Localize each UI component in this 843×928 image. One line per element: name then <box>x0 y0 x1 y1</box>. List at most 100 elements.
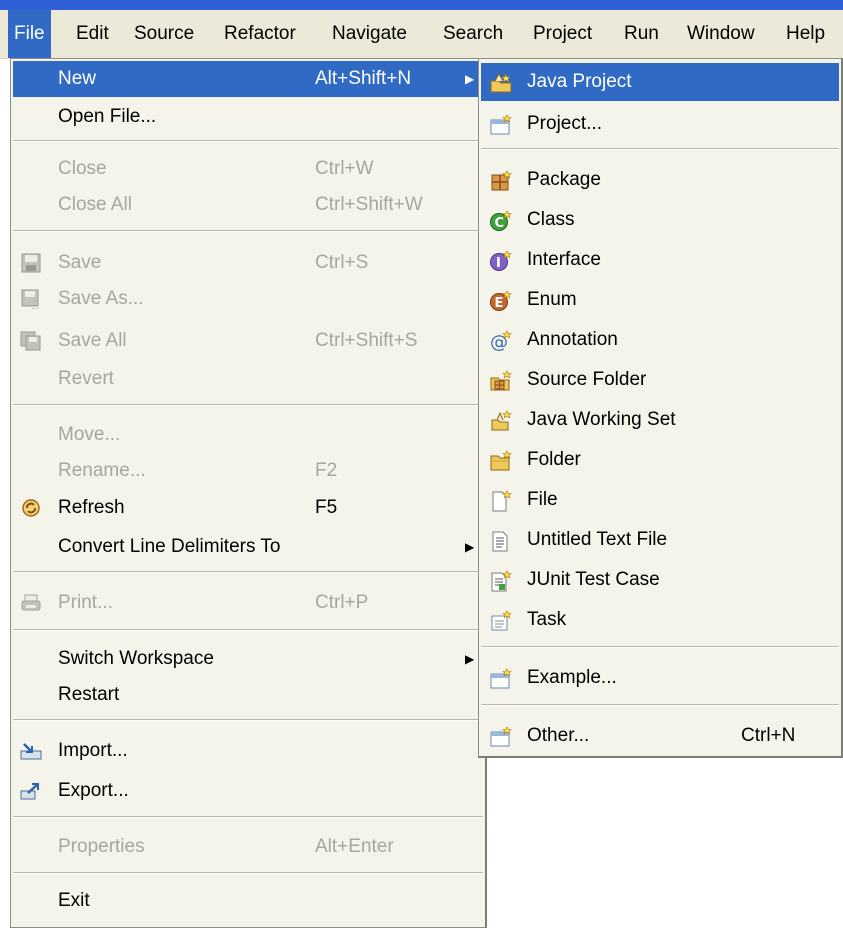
menu-item-save-all[interactable]: Save All Ctrl+Shift+S <box>13 323 483 359</box>
menu-item-restart[interactable]: Restart <box>13 677 483 713</box>
submenu-item-java-working-set[interactable]: Java Working Set <box>481 401 839 439</box>
svg-text:I: I <box>496 256 501 271</box>
menu-item-label: Rename... <box>58 460 146 481</box>
working-set-icon <box>489 410 513 432</box>
class-icon: C <box>489 210 513 232</box>
menu-item-label: Other... <box>527 725 590 746</box>
menu-item-save-as[interactable]: ... Save As... <box>13 281 483 317</box>
task-icon <box>489 610 513 632</box>
menu-search[interactable]: Search <box>437 10 509 58</box>
menu-item-label: Class <box>527 209 575 230</box>
menu-item-rename[interactable]: Rename... F2 <box>13 453 483 489</box>
menu-project[interactable]: Project <box>527 10 598 58</box>
submenu-item-folder[interactable]: Folder <box>481 441 839 479</box>
refresh-icon <box>20 498 42 518</box>
menu-item-label: Restart <box>58 684 120 705</box>
menu-item-label: Untitled Text File <box>527 529 668 550</box>
menu-item-exit[interactable]: Exit <box>13 883 483 919</box>
menu-item-label: Folder <box>527 449 581 470</box>
menu-item-label: Annotation <box>527 329 618 350</box>
menu-separator <box>13 404 483 406</box>
submenu-item-other[interactable]: Other... Ctrl+N <box>481 717 839 755</box>
menu-navigate[interactable]: Navigate <box>326 10 413 58</box>
interface-icon: I <box>489 250 513 272</box>
menu-item-shortcut: F5 <box>315 497 338 518</box>
menu-item-label: Move... <box>58 424 121 445</box>
export-icon <box>20 781 42 801</box>
file-menu: New Alt+Shift+N ▶ Open File... Close Ctr… <box>10 58 487 928</box>
menu-item-save[interactable]: Save Ctrl+S <box>13 245 483 281</box>
menu-item-convert-line-delimiters[interactable]: Convert Line Delimiters To ▶ <box>13 529 483 565</box>
submenu-item-source-folder[interactable]: Source Folder <box>481 361 839 399</box>
menu-item-properties[interactable]: Properties Alt+Enter <box>13 829 483 865</box>
menu-item-label: Revert <box>58 368 114 389</box>
menu-item-label: Print... <box>58 592 113 613</box>
submenu-item-enum[interactable]: E Enum <box>481 281 839 319</box>
menu-item-close[interactable]: Close Ctrl+W <box>13 151 483 187</box>
menu-separator <box>13 230 483 232</box>
source-folder-icon <box>489 370 513 392</box>
menu-item-new[interactable]: New Alt+Shift+N ▶ <box>13 61 483 97</box>
submenu-item-java-project[interactable]: Java Project <box>481 63 839 101</box>
file-icon <box>489 490 513 512</box>
menu-item-move[interactable]: Move... <box>13 417 483 453</box>
menu-item-print[interactable]: Print... Ctrl+P <box>13 585 483 621</box>
other-icon <box>489 726 513 748</box>
menu-item-label: Java Working Set <box>527 409 676 430</box>
menu-item-refresh[interactable]: Refresh F5 <box>13 490 483 526</box>
menu-item-close-all[interactable]: Close All Ctrl+Shift+W <box>13 187 483 223</box>
menu-edit[interactable]: Edit <box>70 10 115 58</box>
menu-item-label: Refresh <box>58 497 125 518</box>
menu-item-open-file[interactable]: Open File... <box>13 99 483 135</box>
menu-item-label: Switch Workspace <box>58 648 214 669</box>
menu-refactor[interactable]: Refactor <box>218 10 302 58</box>
menu-item-shortcut: Ctrl+Shift+W <box>315 194 423 215</box>
menu-file[interactable]: File <box>8 10 51 58</box>
menu-help[interactable]: Help <box>780 10 831 58</box>
menu-item-switch-workspace[interactable]: Switch Workspace ▶ <box>13 641 483 677</box>
submenu-item-file[interactable]: File <box>481 481 839 519</box>
java-project-icon <box>489 72 513 94</box>
svg-text:E: E <box>495 296 504 311</box>
menu-run[interactable]: Run <box>618 10 665 58</box>
menu-item-label: Export... <box>58 780 129 801</box>
submenu-item-junit-test-case[interactable]: JUnit Test Case <box>481 561 839 599</box>
svg-text:C: C <box>495 216 505 231</box>
submenu-item-project[interactable]: Project... <box>481 105 839 143</box>
menu-bar: File Edit Source Refactor Navigate Searc… <box>0 10 843 59</box>
menu-item-label: Convert Line Delimiters To <box>58 536 281 557</box>
menu-item-label: Interface <box>527 249 601 270</box>
menu-item-label: Enum <box>527 289 577 310</box>
print-icon <box>20 593 42 613</box>
menu-item-shortcut: Ctrl+Shift+S <box>315 330 418 351</box>
menu-item-revert[interactable]: Revert <box>13 361 483 397</box>
menu-item-label: Properties <box>58 836 145 857</box>
svg-text:...: ... <box>31 302 39 309</box>
submenu-item-interface[interactable]: I Interface <box>481 241 839 279</box>
menu-item-shortcut: Ctrl+P <box>315 592 369 613</box>
menu-item-label: Source Folder <box>527 369 647 390</box>
menu-item-label: JUnit Test Case <box>527 569 660 590</box>
example-icon <box>489 668 513 690</box>
menu-separator <box>13 719 483 721</box>
menu-item-export[interactable]: Export... <box>13 773 483 809</box>
submenu-item-untitled-text-file[interactable]: Untitled Text File <box>481 521 839 559</box>
project-icon <box>489 114 513 136</box>
menu-separator <box>13 140 483 142</box>
menu-separator <box>13 629 483 631</box>
submenu-item-package[interactable]: Package <box>481 161 839 199</box>
package-icon <box>489 170 513 192</box>
submenu-item-annotation[interactable]: @ Annotation <box>481 321 839 359</box>
menu-separator <box>481 646 839 648</box>
menu-item-import[interactable]: Import... <box>13 733 483 769</box>
menu-source[interactable]: Source <box>128 10 200 58</box>
submenu-item-task[interactable]: Task <box>481 601 839 639</box>
save-as-icon: ... <box>20 289 42 309</box>
menu-item-shortcut: Ctrl+N <box>741 725 796 746</box>
menu-window[interactable]: Window <box>681 10 761 58</box>
save-all-icon <box>20 331 42 351</box>
submenu-item-class[interactable]: C Class <box>481 201 839 239</box>
menu-item-label: Save All <box>58 330 127 351</box>
title-bar-edge <box>0 0 843 10</box>
submenu-item-example[interactable]: Example... <box>481 659 839 697</box>
